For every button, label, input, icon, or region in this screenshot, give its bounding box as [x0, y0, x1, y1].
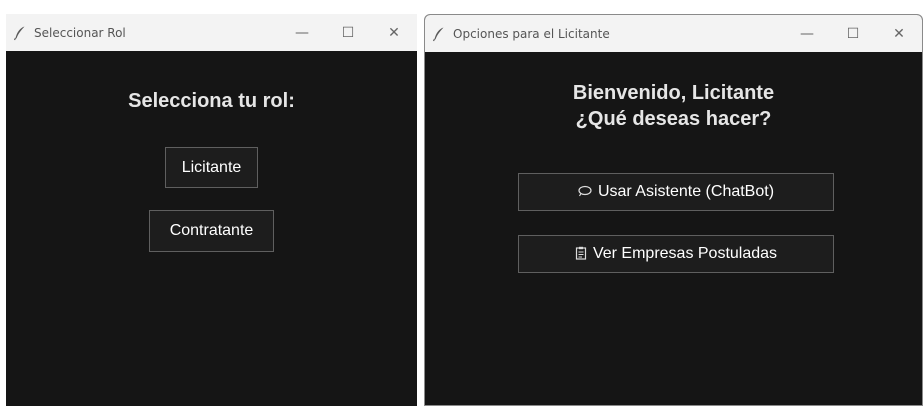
- licitante-options-window: Opciones para el Licitante — ☐ ✕ Bienven…: [424, 14, 923, 406]
- feather-icon: [432, 27, 444, 41]
- clipboard-icon: [575, 246, 587, 263]
- title-bar[interactable]: Opciones para el Licitante — ☐ ✕: [425, 15, 922, 52]
- view-companies-button-label: Ver Empresas Postuladas: [592, 245, 778, 262]
- minimize-button[interactable]: —: [784, 15, 830, 52]
- window-title: Seleccionar Rol: [34, 25, 126, 40]
- chatbot-button[interactable]: Usar Asistente (ChatBot): [518, 173, 834, 211]
- welcome-heading: Bienvenido, Licitante: [572, 82, 775, 104]
- chatbot-button-label: Usar Asistente (ChatBot): [597, 183, 775, 200]
- speech-bubble-icon: [578, 185, 592, 200]
- close-button[interactable]: ✕: [876, 15, 922, 52]
- maximize-button[interactable]: ☐: [830, 15, 876, 52]
- licitante-button[interactable]: Licitante: [165, 147, 258, 188]
- title-bar[interactable]: Seleccionar Rol — ☐ ✕: [6, 14, 417, 51]
- window-content: Selecciona tu rol: Licitante Contratante: [6, 51, 417, 406]
- question-heading: ¿Qué deseas hacer?: [575, 108, 772, 130]
- select-role-window: Seleccionar Rol — ☐ ✕ Selecciona tu rol:…: [6, 14, 417, 406]
- close-button[interactable]: ✕: [371, 14, 417, 51]
- role-heading: Selecciona tu rol:: [128, 90, 295, 112]
- contratante-button[interactable]: Contratante: [149, 210, 274, 252]
- maximize-button[interactable]: ☐: [325, 14, 371, 51]
- view-companies-button[interactable]: Ver Empresas Postuladas: [518, 235, 834, 273]
- feather-icon: [13, 26, 25, 40]
- window-title: Opciones para el Licitante: [453, 26, 610, 41]
- minimize-button[interactable]: —: [279, 14, 325, 51]
- window-content: Bienvenido, Licitante ¿Qué deseas hacer?…: [425, 52, 922, 405]
